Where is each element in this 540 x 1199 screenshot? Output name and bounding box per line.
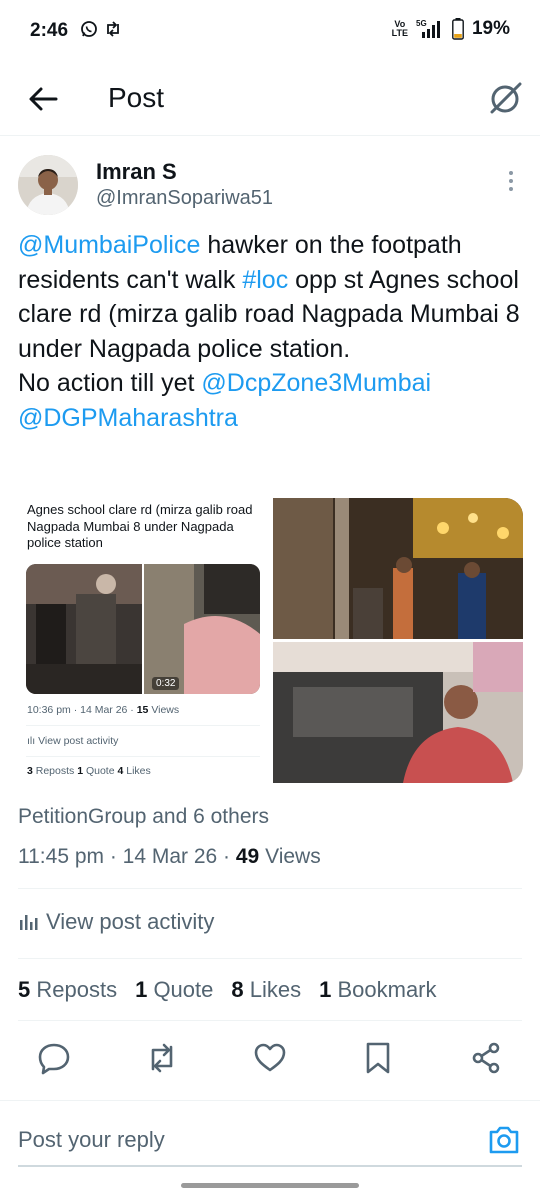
reply-icon[interactable] bbox=[37, 1041, 71, 1075]
share-icon[interactable] bbox=[469, 1041, 503, 1075]
reposts-count: 5 bbox=[18, 977, 31, 1002]
author-handle[interactable]: @ImranSopariwa51 bbox=[96, 187, 273, 210]
quote-count: 1 bbox=[135, 977, 148, 1002]
screenshot-views-count: 15 bbox=[136, 704, 149, 716]
back-arrow-icon[interactable] bbox=[26, 82, 60, 116]
avatar-image bbox=[18, 155, 78, 215]
post-text-segment: No action till yet bbox=[18, 369, 202, 397]
media-item-blurred-photo[interactable] bbox=[273, 642, 523, 783]
screenshot-image-left bbox=[26, 564, 142, 694]
media-item-street-photo[interactable] bbox=[273, 498, 523, 639]
likes-stat[interactable]: 8 Likes bbox=[231, 977, 301, 1002]
screenshot-reposts-label: Reposts bbox=[32, 765, 78, 777]
battery-icon bbox=[452, 18, 464, 40]
view-post-activity-label: View post activity bbox=[46, 909, 215, 934]
repost-notification-icon bbox=[107, 21, 119, 37]
divider bbox=[18, 1020, 522, 1021]
liked-by-text[interactable]: PetitionGroup and 6 others bbox=[18, 805, 269, 829]
camera-icon[interactable] bbox=[486, 1123, 522, 1157]
screenshot-views-label: Views bbox=[148, 704, 180, 716]
reply-input[interactable]: Post your reply bbox=[18, 1127, 165, 1153]
likes-label: Likes bbox=[243, 977, 302, 1002]
status-time: 2:46 bbox=[30, 20, 69, 41]
analytics-icon bbox=[20, 915, 38, 930]
divider bbox=[26, 725, 260, 726]
mention-link[interactable]: @DGPMaharashtra bbox=[18, 404, 238, 432]
likes-count: 8 bbox=[231, 977, 244, 1002]
post-meta: 11:45 pm · 14 Mar 26 · 49 Views bbox=[18, 845, 321, 869]
screenshot-activity: ılı View post activity bbox=[27, 735, 119, 747]
reply-bar: Post your reply bbox=[0, 1100, 540, 1170]
divider bbox=[18, 958, 522, 959]
screenshot-likes-label: Likes bbox=[123, 765, 151, 777]
bookmark-label: Bookmark bbox=[331, 977, 437, 1002]
reply-underline bbox=[18, 1165, 522, 1167]
hashtag-link[interactable]: #loc bbox=[242, 266, 288, 294]
top-app-bar: Post bbox=[0, 64, 540, 136]
views-label: Views bbox=[259, 845, 321, 868]
video-duration: 0:32 bbox=[152, 677, 180, 690]
screenshot-activity-label: View post activity bbox=[38, 735, 119, 747]
media-grid: Agnes school clare rd (mirza galib road … bbox=[18, 498, 523, 783]
media-item-screenshot[interactable]: Agnes school clare rd (mirza galib road … bbox=[18, 498, 270, 783]
grok-icon[interactable] bbox=[486, 78, 526, 118]
repost-icon[interactable] bbox=[145, 1041, 179, 1075]
reposts-stat[interactable]: 5 Reposts bbox=[18, 977, 117, 1002]
signal-icon: 5G bbox=[416, 19, 440, 38]
mention-link[interactable]: @MumbaiPolice bbox=[18, 231, 200, 259]
author-name[interactable]: Imran S bbox=[96, 159, 177, 185]
quotes-stat[interactable]: 1 Quote bbox=[135, 977, 213, 1002]
status-right: Vo LTE 5G 19% bbox=[392, 18, 510, 40]
signal-label: 5G bbox=[416, 19, 427, 28]
mention-link[interactable]: @DcpZone3Mumbai bbox=[201, 369, 431, 397]
battery-percent: 19% bbox=[471, 18, 510, 39]
bookmark-icon[interactable] bbox=[361, 1041, 395, 1075]
page-title: Post bbox=[108, 82, 165, 113]
screenshot-meta: 10:36 pm · 14 Mar 26 · 15 Views bbox=[27, 704, 179, 716]
divider bbox=[26, 756, 260, 757]
bookmarks-stat[interactable]: 1 Bookmark bbox=[319, 977, 436, 1002]
divider bbox=[18, 888, 522, 889]
quote-label: Quote bbox=[147, 977, 214, 1002]
status-bar: 2:46 Vo LTE 5G 19% bbox=[0, 0, 540, 64]
home-indicator[interactable] bbox=[181, 1183, 359, 1188]
post-author: Imran S @ImranSopariwa51 bbox=[18, 155, 522, 225]
bookmark-count: 1 bbox=[319, 977, 332, 1002]
post-stats: 5 Reposts 1 Quote 8 Likes 1 Bookmark bbox=[18, 977, 437, 1003]
view-post-activity-button[interactable]: View post activity bbox=[18, 909, 214, 935]
volte-indicator: Vo LTE bbox=[392, 20, 408, 38]
volte-bottom: LTE bbox=[391, 28, 408, 38]
screenshot-video-thumb: 0:32 bbox=[144, 564, 260, 694]
action-bar bbox=[0, 1036, 540, 1080]
like-icon[interactable] bbox=[253, 1041, 287, 1075]
reposts-label: Reposts bbox=[30, 977, 118, 1002]
whatsapp-icon bbox=[81, 21, 97, 37]
post-text: @MumbaiPolice hawker on the footpath res… bbox=[18, 228, 524, 435]
more-options-icon[interactable] bbox=[504, 169, 518, 193]
status-notification-icons bbox=[80, 20, 122, 38]
views-count: 49 bbox=[235, 845, 260, 868]
avatar[interactable] bbox=[18, 155, 78, 215]
post-timestamp: 11:45 pm · 14 Mar 26 · bbox=[18, 845, 236, 868]
screenshot-post-text: Agnes school clare rd (mirza galib road … bbox=[27, 502, 253, 550]
screenshot-time: 10:36 pm · 14 Mar 26 · bbox=[27, 704, 137, 716]
screenshot-quote-label: Quote bbox=[83, 765, 118, 777]
screenshot-stats: 3 Reposts 1 Quote 4 Likes bbox=[27, 765, 151, 777]
